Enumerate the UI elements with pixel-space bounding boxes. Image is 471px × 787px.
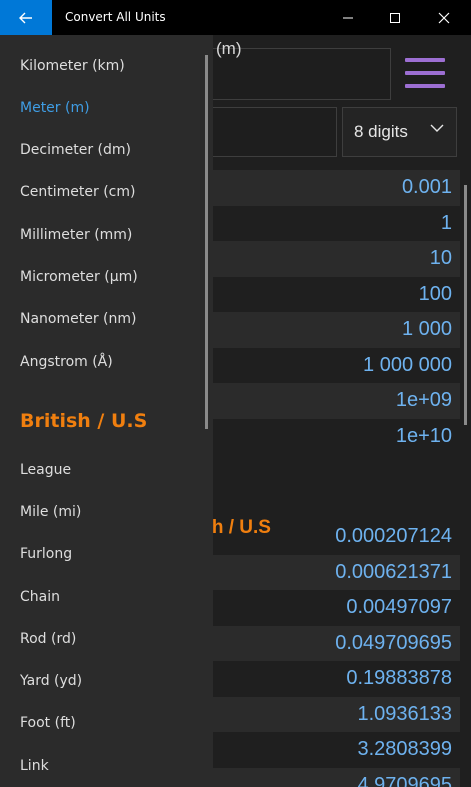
unit-navigation-pane: Kilometer (km) Meter (m) Decimeter (dm) … [0, 35, 213, 787]
result-value: 1 [440, 211, 452, 234]
result-value: 1e+09 [395, 389, 452, 411]
result-value: 3.2808399 [357, 738, 452, 760]
pane-item-league[interactable]: League [20, 462, 71, 478]
maximize-icon [390, 12, 400, 23]
pane-item-yard[interactable]: Yard (yd) [20, 673, 82, 689]
result-value: 0.001 [401, 176, 452, 198]
result-value: 0.00497097 [346, 596, 452, 618]
pane-item-furlong[interactable]: Furlong [20, 546, 72, 562]
result-value: 1.0936133 [357, 702, 452, 725]
pane-item-nanometer[interactable]: Nanometer (nm) [20, 311, 136, 327]
result-value: 0.000207124 [335, 525, 452, 547]
result-value: 0.000621371 [335, 560, 452, 583]
pane-item-angstrom[interactable]: Angstrom (Å) [20, 354, 113, 370]
digits-label: 8 digits [354, 122, 408, 141]
close-button[interactable] [421, 0, 467, 35]
close-icon [438, 12, 450, 23]
result-value: 1e+10 [395, 424, 452, 447]
result-value: 1 000 000 [363, 353, 452, 376]
result-value: 4.9709695 [357, 773, 452, 787]
minimize-button[interactable] [325, 0, 371, 35]
result-value: 0.19883878 [346, 667, 452, 689]
main-scrollbar[interactable] [464, 185, 467, 425]
result-value: 0.049709695 [335, 631, 452, 654]
pane-item-mile[interactable]: Mile (mi) [20, 504, 81, 520]
menu-button[interactable] [405, 58, 445, 90]
pane-item-millimeter[interactable]: Millimeter (mm) [20, 227, 132, 243]
pane-item-centimeter[interactable]: Centimeter (cm) [20, 184, 135, 200]
pane-item-link[interactable]: Link [20, 758, 49, 774]
back-arrow-icon [19, 12, 32, 23]
pane-item-decimeter[interactable]: Decimeter (dm) [20, 142, 131, 158]
menu-icon [405, 58, 445, 62]
result-value: 1 000 [401, 318, 452, 340]
selected-unit-text: (m) [216, 39, 242, 58]
menu-icon-bar [405, 71, 445, 75]
pane-item-kilometer[interactable]: Kilometer (km) [20, 58, 125, 74]
pane-item-rod[interactable]: Rod (rd) [20, 631, 76, 647]
pane-item-meter[interactable]: Meter (m) [20, 100, 90, 116]
app-title: Convert All Units [65, 10, 166, 24]
pane-group-british: British / U.S [20, 410, 148, 432]
back-button[interactable] [0, 0, 52, 35]
minimize-icon [343, 17, 353, 18]
pane-item-chain[interactable]: Chain [20, 589, 60, 605]
menu-icon-bar [405, 84, 445, 88]
result-value: 10 [429, 247, 452, 269]
pane-item-foot[interactable]: Foot (ft) [20, 715, 76, 731]
title-bar: Convert All Units [0, 0, 471, 35]
digits-dropdown[interactable]: 8 digits [342, 107, 457, 157]
result-value: 100 [418, 282, 452, 305]
pane-scrollbar[interactable] [205, 55, 208, 429]
maximize-button[interactable] [372, 0, 418, 35]
chevron-down-icon [430, 124, 444, 132]
pane-item-micrometer[interactable]: Micrometer (µm) [20, 269, 138, 285]
